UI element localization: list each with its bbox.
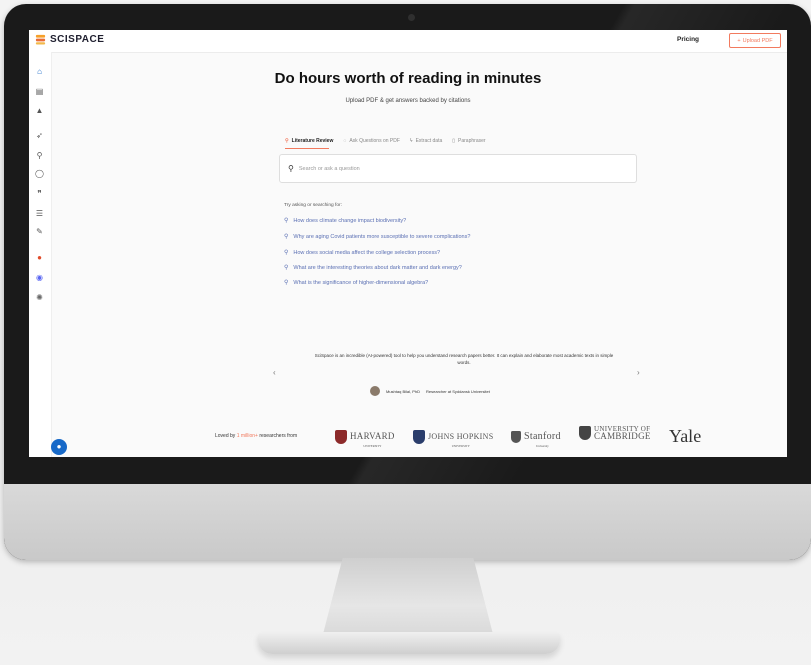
chat-icon: ◌ bbox=[343, 138, 347, 144]
suggestion-text: How does social media affect the college… bbox=[293, 249, 441, 256]
suggestion-text: What is the significance of higher-dimen… bbox=[293, 279, 429, 286]
user-avatar-button[interactable]: ● bbox=[51, 439, 67, 455]
pricing-link[interactable]: Pricing bbox=[677, 36, 699, 43]
tree-icon bbox=[511, 431, 521, 443]
loved-prefix: Loved by bbox=[215, 433, 236, 439]
tab-paraphraser[interactable]: ▯ Paraphraser bbox=[452, 138, 485, 144]
carousel-next-button[interactable]: › bbox=[637, 368, 640, 377]
yale-logo: Yale bbox=[669, 426, 702, 446]
sidebar: ⌂ ▤ ▲ ➶ ⚲ ◯ ❞ ☰ ✎ ● ◉ ✺ bbox=[29, 52, 52, 457]
suggestion-item[interactable]: ⚲ Why are aging Covid patients more susc… bbox=[284, 233, 614, 241]
author-name: Mushtaq Bilal, PhD bbox=[386, 388, 421, 394]
cambridge-logo: UNIVERSITY OF CAMBRIDGE bbox=[579, 426, 651, 441]
monitor-chin bbox=[4, 484, 811, 560]
search-icon: ⚲ bbox=[288, 164, 294, 173]
search-icon: ⚲ bbox=[284, 218, 289, 224]
suggestion-text: What are the interesting theories about … bbox=[293, 264, 462, 271]
suggestion-item[interactable]: ⚲ How does climate change impact biodive… bbox=[284, 217, 614, 225]
suggestion-item[interactable]: ⚲ How does social media affect the colle… bbox=[284, 249, 614, 257]
page-title: Do hours worth of reading in minutes bbox=[274, 70, 542, 87]
tab-label: Literature Review bbox=[291, 138, 334, 144]
upload-pdf-label: Upload PDF bbox=[742, 37, 773, 44]
logo[interactable]: SCISPACE bbox=[35, 34, 104, 45]
search-icon: ⚲ bbox=[284, 265, 289, 271]
suggestion-item[interactable]: ⚲ What are the interesting theories abou… bbox=[284, 264, 614, 272]
search-icon: ⚲ bbox=[284, 280, 289, 286]
social-proof: Loved by 1 million+ researchers from bbox=[215, 433, 297, 439]
rocket-icon[interactable]: ➶ bbox=[34, 130, 45, 141]
user-icon: ● bbox=[56, 442, 62, 451]
screen: SCISPACE Pricing + Upload PDF ⌂ ▤ ▲ ➶ ⚲ … bbox=[29, 30, 787, 457]
carousel-prev-button[interactable]: ‹ bbox=[273, 368, 276, 377]
shield-icon bbox=[413, 430, 425, 444]
top-bar: SCISPACE Pricing + Upload PDF bbox=[29, 30, 787, 53]
avatar bbox=[370, 386, 380, 396]
suggestion-item[interactable]: ⚲ What is the significance of higher-dim… bbox=[284, 279, 614, 287]
johns-hopkins-logo: JOHNS HOPKINS UNIVERSITY bbox=[413, 426, 493, 448]
bolt-icon: ϟ bbox=[409, 138, 413, 144]
testimonial-quote: SciSpace is an incredible (AI-powered) t… bbox=[314, 353, 614, 365]
document-icon[interactable]: ☰ bbox=[34, 208, 45, 219]
tab-extract-data[interactable]: ϟ Extract data bbox=[410, 138, 442, 144]
search-input[interactable]: ⚲ Search or ask a question bbox=[279, 154, 637, 183]
upload-pdf-button[interactable]: + Upload PDF bbox=[729, 33, 781, 48]
user-count: 1 million+ bbox=[236, 433, 258, 439]
document-icon: ▯ bbox=[452, 138, 456, 144]
testimonial-author: Mushtaq Bilal, PhD Researcher at Syddans… bbox=[370, 386, 490, 396]
page-subtitle: Upload PDF & get answers backed by citat… bbox=[345, 98, 471, 104]
search-icon: ⚲ bbox=[284, 250, 289, 256]
monitor-stand bbox=[322, 558, 494, 638]
quote-icon[interactable]: ❞ bbox=[34, 188, 45, 199]
tab-ask-questions[interactable]: ◌ Ask Questions on PDF bbox=[343, 138, 400, 144]
search-placeholder: Search or ask a question bbox=[298, 165, 360, 172]
tab-literature-review[interactable]: ⚲ Literature Review bbox=[285, 138, 333, 144]
harvard-logo: HARVARD UNIVERSITY bbox=[335, 426, 395, 448]
suggestions-heading: Try asking or searching for: bbox=[284, 203, 342, 208]
suggestion-text: Why are aging Covid patients more suscep… bbox=[293, 233, 471, 240]
search-icon[interactable]: ⚲ bbox=[34, 150, 45, 161]
search-icon: ⚲ bbox=[284, 234, 289, 240]
tab-label: Paraphraser bbox=[458, 138, 486, 144]
tab-label: Extract data bbox=[415, 138, 443, 144]
mode-tabs: ⚲ Literature Review ◌ Ask Questions on P… bbox=[285, 138, 486, 144]
suggestion-text: How does climate change impact biodivers… bbox=[293, 217, 407, 224]
shield-icon bbox=[579, 426, 591, 440]
stanford-logo: Stanford University bbox=[511, 426, 561, 448]
shield-icon bbox=[335, 430, 347, 444]
author-role: Researcher at Syddansk Universitet bbox=[426, 388, 490, 394]
monitor-base bbox=[258, 632, 560, 654]
tab-label: Ask Questions on PDF bbox=[349, 138, 400, 144]
plus-icon: + bbox=[737, 37, 741, 44]
library-icon[interactable]: ▤ bbox=[34, 86, 45, 97]
active-tab-indicator bbox=[285, 148, 329, 149]
scispace-logo-icon bbox=[35, 34, 46, 45]
ai-writer-icon[interactable]: ✎ bbox=[34, 226, 45, 237]
webcam bbox=[408, 14, 415, 21]
chat-icon[interactable]: ◯ bbox=[34, 168, 45, 179]
discord-icon[interactable]: ◉ bbox=[34, 272, 45, 283]
graduation-cap-icon[interactable]: ▲ bbox=[34, 105, 45, 116]
chrome-extension-icon[interactable]: ● bbox=[34, 252, 45, 263]
loved-suffix: researchers from bbox=[259, 433, 298, 439]
app-name: SCISPACE bbox=[50, 34, 105, 45]
settings-icon[interactable]: ✺ bbox=[34, 292, 45, 303]
search-icon: ⚲ bbox=[285, 138, 289, 144]
